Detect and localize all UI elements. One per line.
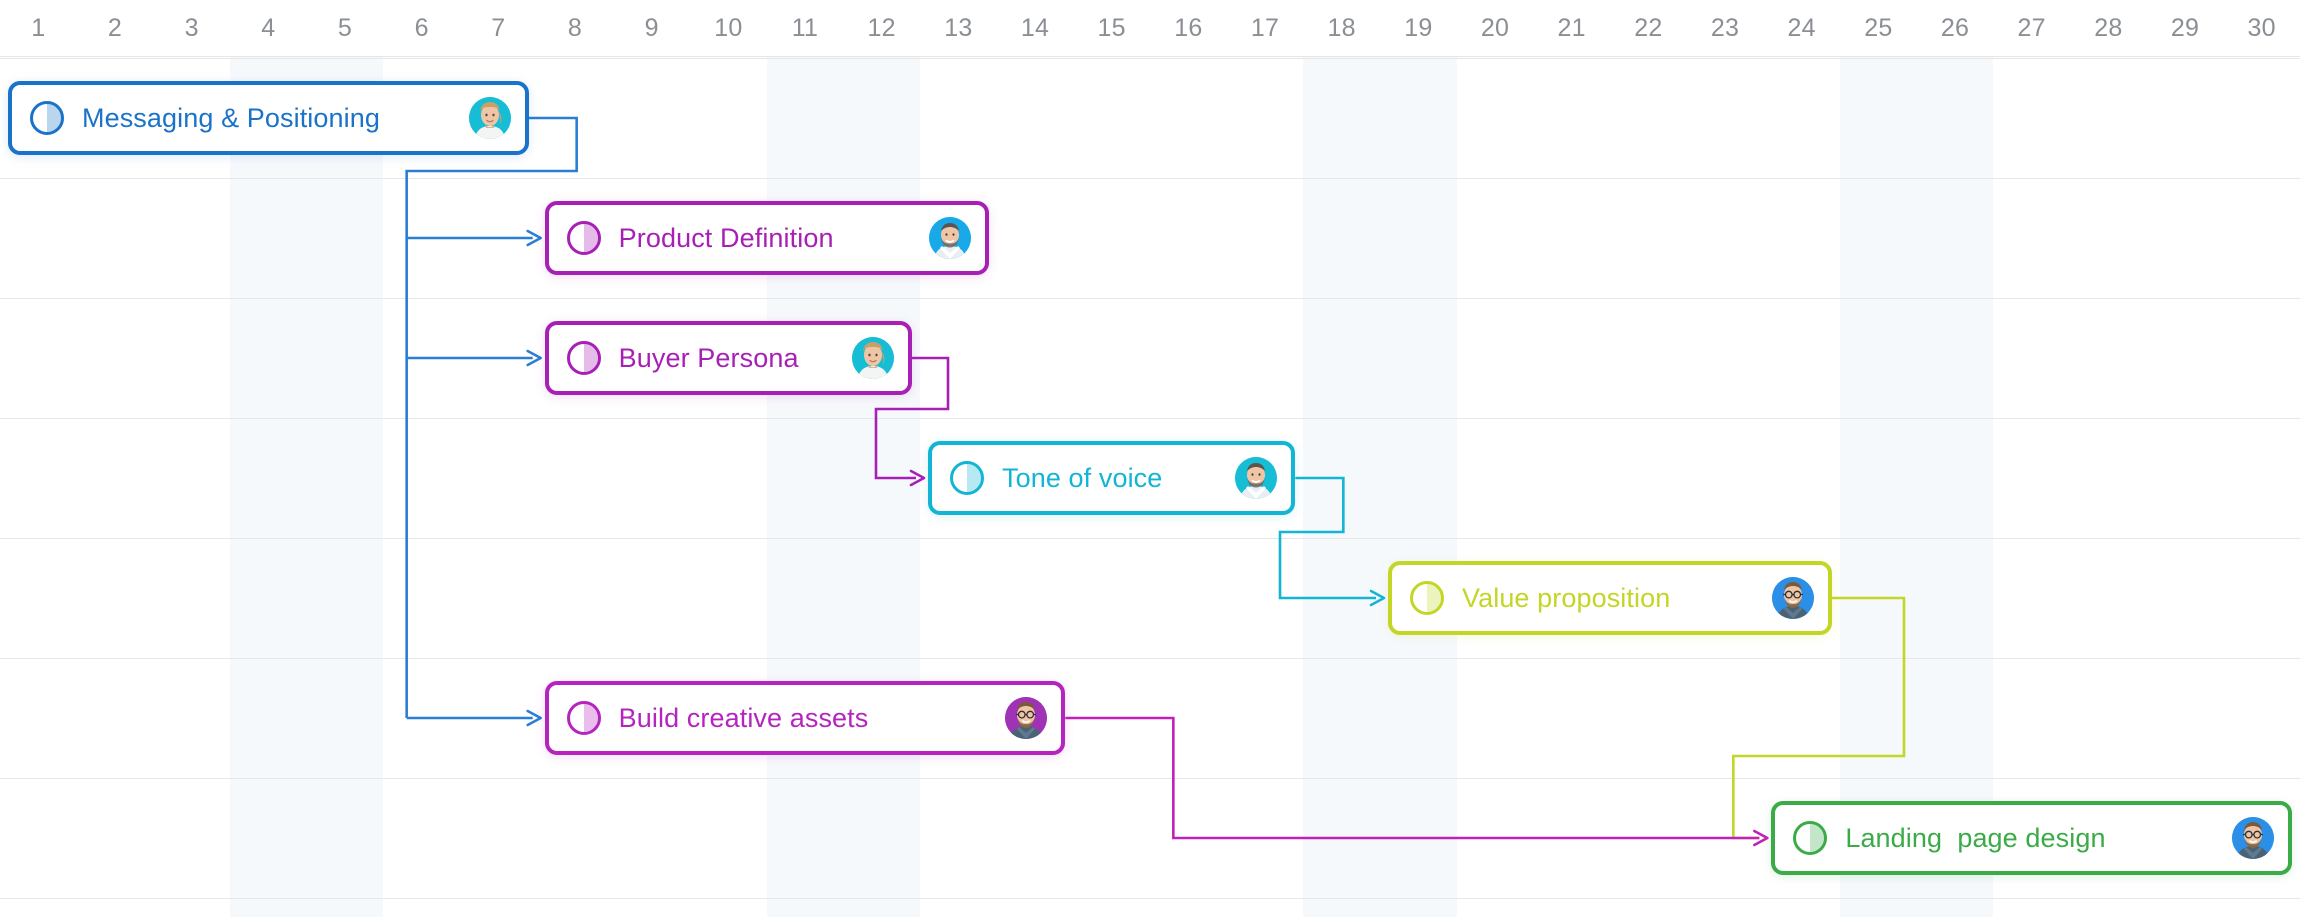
day-column-header[interactable]: 11 <box>767 0 844 57</box>
day-column-header[interactable]: 13 <box>920 0 997 57</box>
day-column-header[interactable]: 25 <box>1840 0 1917 57</box>
grid-row-line <box>0 538 2300 539</box>
link-arrow-value-proposition <box>1369 589 1386 607</box>
task-bar-landing-page-design[interactable]: Landing page design <box>1771 801 2292 875</box>
progress-fill <box>1810 824 1825 852</box>
day-column-header[interactable]: 26 <box>1917 0 1994 57</box>
link-arrow-landing-page-design <box>1753 829 1769 847</box>
day-column-header[interactable]: 6 <box>383 0 460 57</box>
weekend-band <box>1303 0 1457 917</box>
day-column-header[interactable]: 19 <box>1380 0 1457 57</box>
assignee-avatar[interactable] <box>468 97 511 139</box>
task-label: Tone of voice <box>1002 462 1163 493</box>
grid-row-line <box>0 418 2300 419</box>
progress-circle-icon <box>1410 581 1444 615</box>
day-column-header[interactable]: 22 <box>1610 0 1687 57</box>
day-column-header[interactable]: 24 <box>1763 0 1840 57</box>
day-column-header[interactable]: 10 <box>690 0 767 57</box>
link-arrow-tone-of-voice <box>909 469 926 487</box>
weekend-band <box>766 0 920 917</box>
day-column-header[interactable]: 21 <box>1533 0 1610 57</box>
progress-circle-icon <box>950 461 984 495</box>
task-bar-product-definition[interactable]: Product Definition <box>544 201 989 275</box>
progress-circle-icon <box>30 101 64 135</box>
grid-row-line <box>0 898 2300 899</box>
timeline-header[interactable]: 1 2 3 4 5 6 7 8 9 10 11 12 13 14 15 16 17 18 19 20 21 22 23 24 2… <box>0 0 2300 57</box>
task-bar-messaging[interactable]: Messaging & Positioning <box>8 81 529 155</box>
progress-circle-icon <box>1793 821 1828 855</box>
progress-fill <box>1427 584 1441 612</box>
day-column-header[interactable]: 2 <box>77 0 154 57</box>
day-column-header[interactable]: 3 <box>153 0 230 57</box>
progress-fill <box>47 104 61 132</box>
grid-row-line <box>0 178 2300 179</box>
task-label: Messaging & Positioning <box>82 102 380 133</box>
task-label: Buyer Persona <box>618 342 799 373</box>
link-arrow-product-definition <box>526 229 542 247</box>
progress-circle-icon <box>566 221 601 255</box>
day-column-header[interactable]: 9 <box>613 0 690 57</box>
day-column-header[interactable]: 23 <box>1687 0 1764 57</box>
progress-fill <box>583 344 598 372</box>
link-arrow-buyer-persona <box>526 349 542 367</box>
day-column-header[interactable]: 12 <box>843 0 920 57</box>
task-bar-buyer-persona[interactable]: Buyer Persona <box>544 321 912 395</box>
day-column-header[interactable]: 16 <box>1150 0 1227 57</box>
task-label: Value proposition <box>1462 582 1671 613</box>
grid-row-line <box>0 298 2300 299</box>
day-column-header[interactable]: 1 <box>0 0 77 57</box>
progress-circle-icon <box>566 341 601 375</box>
progress-fill <box>967 464 981 492</box>
day-column-header[interactable]: 15 <box>1073 0 1150 57</box>
day-column-header[interactable]: 20 <box>1457 0 1534 57</box>
day-column-header[interactable]: 14 <box>997 0 1074 57</box>
day-column-header[interactable]: 28 <box>2070 0 2147 57</box>
task-bar-build-creative-assets[interactable]: Build creative assets <box>544 681 1066 755</box>
progress-fill <box>583 704 598 732</box>
task-label: Build creative assets <box>618 702 869 733</box>
day-column-header[interactable]: 29 <box>2147 0 2224 57</box>
task-label: Landing page design <box>1845 822 2106 853</box>
day-column-header[interactable]: 4 <box>230 0 307 57</box>
assignee-avatar[interactable] <box>851 337 894 379</box>
grid-row-line <box>0 778 2300 779</box>
assignee-avatar[interactable] <box>1235 457 1278 499</box>
weekend-band <box>1840 0 1994 917</box>
header-rule <box>0 56 2300 57</box>
day-column-header[interactable]: 30 <box>2223 0 2300 57</box>
day-column-header[interactable]: 17 <box>1227 0 1304 57</box>
assignee-avatar[interactable] <box>1005 697 1048 739</box>
assignee-avatar[interactable] <box>928 217 971 259</box>
gantt-chart[interactable]: Messaging & Positioning Product Definiti… <box>0 0 2300 917</box>
day-column-header[interactable]: 27 <box>1993 0 2070 57</box>
day-column-header[interactable]: 8 <box>537 0 614 57</box>
task-bar-tone-of-voice[interactable]: Tone of voice <box>928 441 1296 515</box>
task-label: Product Definition <box>618 222 834 253</box>
assignee-avatar[interactable] <box>2231 817 2274 859</box>
progress-fill <box>583 224 598 252</box>
day-column-header[interactable]: 18 <box>1303 0 1380 57</box>
task-bar-value-proposition[interactable]: Value proposition <box>1388 561 1832 635</box>
day-column-header[interactable]: 7 <box>460 0 537 57</box>
progress-circle-icon <box>566 701 601 735</box>
grid-row-line <box>0 658 2300 659</box>
grid-row-line <box>0 58 2300 59</box>
assignee-avatar[interactable] <box>1772 577 1814 619</box>
day-column-header[interactable]: 5 <box>307 0 384 57</box>
link-arrow-build-creative-assets <box>526 709 542 727</box>
